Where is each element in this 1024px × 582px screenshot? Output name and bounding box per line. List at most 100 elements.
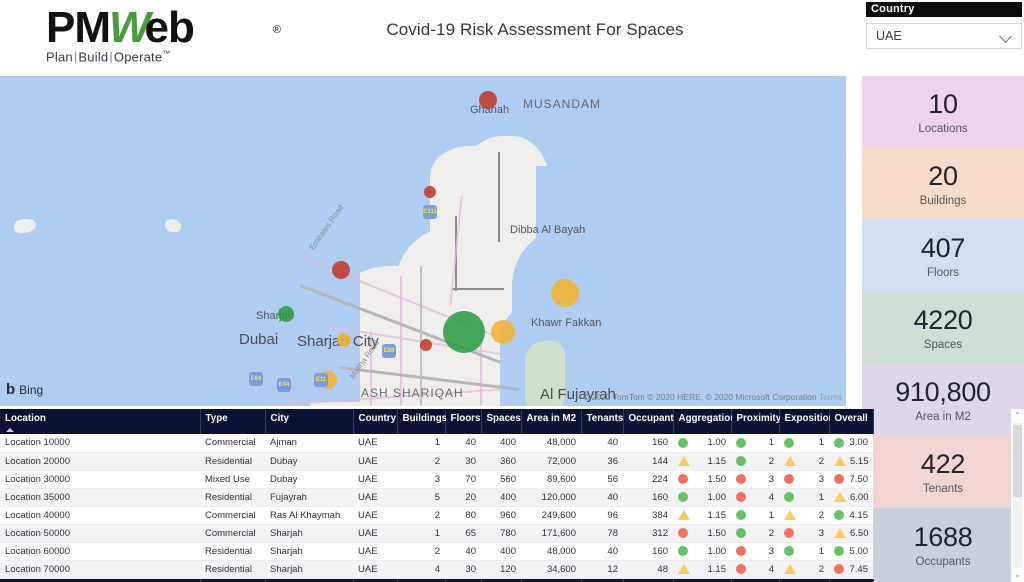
dashboard-root: PMWeb ® Plan|Build|Operate™ Covid-19 Ris… xyxy=(0,0,1024,582)
country-dropdown[interactable]: UAE xyxy=(866,23,1022,49)
column-header-country[interactable]: Country xyxy=(353,409,398,434)
scroll-up-icon[interactable]: ⌃ xyxy=(1011,409,1024,423)
cell-overall: 6.50 xyxy=(829,524,873,543)
risk-bubble-medium[interactable] xyxy=(337,333,351,347)
cell-buildings: 4 xyxy=(397,560,445,579)
risk-cell-exposition: 2 xyxy=(784,456,824,467)
risk-value: 1.15 xyxy=(707,455,727,467)
risk-value: 7.45 xyxy=(849,563,869,575)
column-header-buildings[interactable]: Buildings xyxy=(397,409,447,434)
risk-cell-overall: 6.50 xyxy=(834,528,869,539)
risk-bubble-high[interactable] xyxy=(479,91,497,109)
table-row[interactable]: Location 40000 Commercial Ras Al Khaymah UA… xyxy=(0,506,873,525)
table-body[interactable]: Location 10000 Commercial Ajman UAE 1 40 400 48… xyxy=(0,434,873,579)
kpi-card-occupants[interactable]: 1688 Occupants xyxy=(862,508,1024,582)
logo-wordmark: PMWeb ® xyxy=(46,4,286,52)
risk-cell-exposition: 2 xyxy=(784,510,824,521)
risk-triangle-amber-icon xyxy=(784,510,796,520)
risk-cell-overall: 3.00 xyxy=(834,437,868,448)
kpi-label: Buildings xyxy=(919,195,967,207)
cell-tenants: 40 xyxy=(581,542,623,561)
table-row[interactable]: Location 30000 Mixed Use Dubay UAE 3 70 560 89,… xyxy=(0,470,873,489)
kpi-card-area-in-m2[interactable]: 910,800 Area in M2 xyxy=(862,364,1024,436)
scrollbar-thumb[interactable] xyxy=(1013,425,1022,497)
pmweb-logo: PMWeb ® Plan|Build|Operate™ xyxy=(46,4,286,68)
total-cell-location: Total xyxy=(0,578,201,582)
cell-occupants: 384 xyxy=(623,506,673,525)
risk-triangle-amber-icon xyxy=(678,456,690,466)
column-header-proximity[interactable]: Proximity xyxy=(731,409,781,434)
kpi-card-buildings[interactable]: 20 Buildings xyxy=(862,148,1024,220)
cell-floors: 70 xyxy=(445,470,481,489)
attribution-text: © 2020 TomTom © 2020 HERE, © 2020 Micros… xyxy=(583,392,817,402)
cell-proximity: 3 xyxy=(731,542,779,561)
risk-value: 2 xyxy=(818,563,824,575)
table-row[interactable]: Location 50000 Commercial Sharjah UAE 1 65 780… xyxy=(0,524,873,543)
column-header-occupants[interactable]: Occupants xyxy=(623,409,679,434)
kpi-card-floors[interactable]: 407 Floors xyxy=(862,220,1024,292)
cell-city: Fujayrah xyxy=(265,488,353,507)
map-visual[interactable]: MUSANDAM Ghanah Dibba Al Bayah Khawr Fakkan… xyxy=(0,76,846,406)
cell-tenants: 40 xyxy=(581,488,623,507)
cell-overall: 3.00 xyxy=(829,434,873,453)
column-header-spaces[interactable]: Spaces xyxy=(481,409,522,434)
cell-exposition: 1 xyxy=(779,434,829,453)
map-label-0: MUSANDAM xyxy=(523,97,602,111)
table-row[interactable]: Location 70000 Residential Sharjah UAE 4 30 12… xyxy=(0,560,873,579)
column-header-floors[interactable]: Floors xyxy=(445,409,482,434)
risk-circle-red-icon xyxy=(678,474,688,484)
table-row[interactable]: Location 35000 Residential Fujayrah UAE 5 20 4… xyxy=(0,488,873,507)
risk-bubble-high[interactable] xyxy=(424,186,436,198)
table-row[interactable]: Location 10000 Commercial Ajman UAE 1 40 400 48… xyxy=(0,434,873,453)
risk-bubble-high[interactable] xyxy=(420,339,432,351)
risk-triangle-amber-icon xyxy=(834,456,846,466)
cell-proximity: 3 xyxy=(731,470,779,489)
bing-logo[interactable]: b Bing xyxy=(6,381,43,398)
cell-aggregation: 1.15 xyxy=(673,506,731,525)
table-row[interactable]: Location 60000 Residential Sharjah UAE 2 40 40… xyxy=(0,542,873,561)
map-shape xyxy=(0,152,360,402)
risk-value: 1.50 xyxy=(707,527,727,539)
risk-bubble-medium[interactable] xyxy=(551,279,579,307)
table-scrollbar[interactable]: ⌃ ⌄ xyxy=(1011,409,1024,582)
locations-table[interactable]: Location Type City Country Buildings Floors Sp… xyxy=(0,409,874,582)
cell-buildings: 2 xyxy=(397,506,445,525)
risk-cell-aggregation: 1.15 xyxy=(678,510,726,521)
table-row[interactable]: Location 20000 Residential Dubay UAE 2 30 360 7… xyxy=(0,452,873,471)
cell-location: Location 20000 xyxy=(0,452,200,471)
risk-bubble-low[interactable] xyxy=(278,306,294,322)
risk-circle-green-icon xyxy=(678,437,688,448)
kpi-card-locations[interactable]: 10 Locations xyxy=(862,76,1024,148)
kpi-value: 1688 xyxy=(913,522,973,552)
risk-cell-aggregation: 1.00 xyxy=(678,492,726,503)
page-title: Covid-19 Risk Assessment For Spaces xyxy=(386,20,684,39)
kpi-card-spaces[interactable]: 4220 Spaces xyxy=(862,292,1024,364)
risk-bubble-high[interactable] xyxy=(332,261,350,279)
cell-type: Commercial xyxy=(200,434,265,453)
road-shield-icon-2: E66 xyxy=(249,372,263,386)
column-header-location[interactable]: Location xyxy=(0,409,201,434)
risk-cell-overall: 4.15 xyxy=(834,510,868,521)
cell-type: Residential xyxy=(200,488,265,507)
map-terms-link[interactable]: Terms xyxy=(819,392,842,402)
kpi-card-tenants[interactable]: 422 Tenants xyxy=(862,436,1024,508)
scroll-down-icon[interactable]: ⌄ xyxy=(1011,568,1024,582)
column-header-type[interactable]: Type xyxy=(200,409,266,434)
cell-floors: 65 xyxy=(445,524,481,543)
cell-location: Location 60000 xyxy=(0,542,200,561)
total-cell-overall xyxy=(829,578,874,582)
kpi-label: Tenants xyxy=(922,483,964,495)
column-header-overall[interactable]: Overall xyxy=(829,409,874,434)
risk-circle-green-icon xyxy=(834,546,844,556)
total-cell-buildings: 20 xyxy=(397,578,446,582)
column-header-area[interactable]: Area in M2 xyxy=(521,409,582,434)
column-header-tenants[interactable]: Tenants xyxy=(581,409,624,434)
cell-exposition: 1 xyxy=(779,488,829,507)
column-header-aggregation[interactable]: Aggregation xyxy=(673,409,736,434)
column-header-city[interactable]: City xyxy=(265,409,354,434)
cell-location: Location 30000 xyxy=(0,470,200,489)
column-header-exposition[interactable]: Exposition xyxy=(779,409,835,434)
risk-bubble-medium[interactable] xyxy=(491,320,515,344)
risk-circle-green-icon xyxy=(736,437,746,448)
risk-bubble-low[interactable] xyxy=(443,311,485,353)
